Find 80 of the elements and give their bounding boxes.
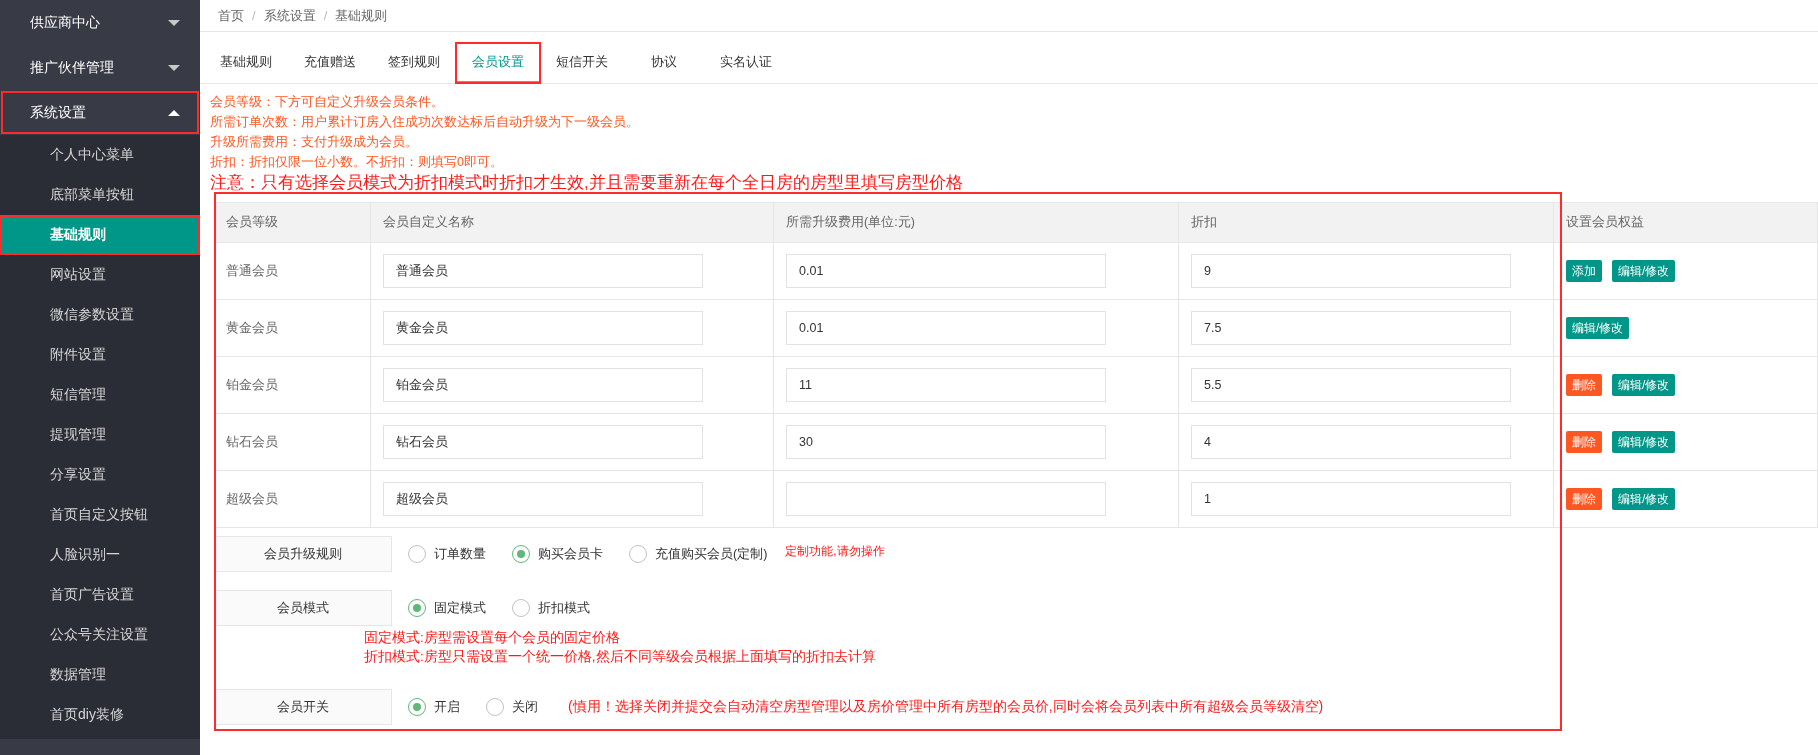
sidebar-group[interactable]: 推广伙伴管理 — [0, 45, 200, 90]
input-field[interactable] — [786, 482, 1106, 516]
input-field[interactable]: 30 — [786, 425, 1106, 459]
add-button[interactable]: 添加 — [1566, 260, 1602, 282]
radio-option[interactable]: 购买会员卡 — [512, 545, 603, 563]
table-cell: 钻石会员 — [214, 414, 371, 471]
sidebar-item[interactable]: 分享设置 — [0, 455, 200, 495]
edit-button[interactable]: 编辑/修改 — [1612, 488, 1676, 510]
radio-option[interactable]: 订单数量 — [408, 545, 486, 563]
breadcrumb-link[interactable]: 首页 — [218, 6, 244, 25]
sidebar-item[interactable]: 公众号关注设置 — [0, 615, 200, 655]
hint-text: 会员等级：下方可自定义升级会员条件。 — [210, 94, 445, 111]
warning-text: 折扣模式:房型只需设置一个统一价格,然后不同等级会员根据上面填写的折扣去计算 — [364, 648, 877, 666]
sidebar-item[interactable]: 数据管理 — [0, 655, 200, 695]
tab[interactable]: 协议 — [624, 43, 704, 83]
sidebar-group[interactable]: 系统设置 — [0, 90, 200, 135]
column-header: 设置会员权益 — [1554, 203, 1818, 243]
sidebar-item[interactable]: 人脸识别一 — [0, 535, 200, 575]
hint-text: 所需订单次数：用户累计订房入住成功次数达标后自动升级为下一级会员。 — [210, 114, 640, 131]
input-field[interactable]: 4 — [1191, 425, 1511, 459]
edit-button[interactable]: 编辑/修改 — [1566, 317, 1630, 339]
column-header: 会员自定义名称 — [371, 203, 774, 243]
table-cell: 普通会员 — [214, 243, 371, 300]
radio-option[interactable]: 关闭 — [486, 698, 538, 716]
sidebar-item[interactable]: 微信参数设置 — [0, 295, 200, 335]
input-field[interactable]: 普通会员 — [383, 254, 703, 288]
sidebar-item[interactable]: 短信管理 — [0, 375, 200, 415]
sidebar-item[interactable]: 首页自定义按钮 — [0, 495, 200, 535]
field-label: 会员升级规则 — [214, 536, 392, 572]
input-field[interactable]: 0.01 — [786, 311, 1106, 345]
breadcrumb-separator: / — [252, 8, 256, 23]
radio-option[interactable]: 充值购买会员(定制) — [629, 545, 768, 563]
input-field[interactable]: 黄金会员 — [383, 311, 703, 345]
sidebar-item[interactable]: 首页广告设置 — [0, 575, 200, 615]
warning-text: 固定模式:房型需设置每个会员的固定价格 — [364, 629, 621, 647]
sidebar-group[interactable]: 供应商中心 — [0, 0, 200, 45]
input-field[interactable]: 5.5 — [1191, 368, 1511, 402]
tab[interactable]: 会员设置 — [456, 43, 540, 83]
warning-text: 定制功能,请勿操作 — [785, 542, 885, 560]
table-cell: 超级会员 — [214, 471, 371, 528]
sidebar-item[interactable]: 附件设置 — [0, 335, 200, 375]
radio-option[interactable]: 开启 — [408, 698, 460, 716]
input-field[interactable]: 0.01 — [786, 254, 1106, 288]
radio-option[interactable]: 折扣模式 — [512, 599, 590, 617]
tab[interactable]: 实名认证 — [704, 43, 788, 83]
table-cell: 黄金会员 — [214, 300, 371, 357]
input-field[interactable]: 1 — [1191, 482, 1511, 516]
sidebar-item[interactable]: 个人中心菜单 — [0, 135, 200, 175]
sidebar-item[interactable]: 首页diy装修 — [0, 695, 200, 735]
breadcrumb-link[interactable]: 系统设置 — [263, 6, 316, 25]
radio-option[interactable]: 固定模式 — [408, 599, 486, 617]
column-header: 所需升级费用(单位:元) — [774, 203, 1179, 243]
column-header: 折扣 — [1179, 203, 1554, 243]
input-field[interactable]: 铂金会员 — [383, 368, 703, 402]
edit-button[interactable]: 编辑/修改 — [1612, 260, 1676, 282]
input-field[interactable]: 7.5 — [1191, 311, 1511, 345]
breadcrumb-separator: / — [323, 8, 328, 23]
sidebar-item[interactable]: 基础规则 — [0, 215, 200, 255]
sidebar-item[interactable]: 提现管理 — [0, 415, 200, 455]
field-label: 会员开关 — [214, 689, 392, 725]
edit-button[interactable]: 编辑/修改 — [1612, 431, 1676, 453]
tab[interactable]: 签到规则 — [372, 43, 456, 83]
hint-text: 升级所需费用：支付升级成为会员。 — [210, 134, 419, 151]
hint-text: 折扣：折扣仅限一位小数。不折扣：则填写0即可。 — [210, 154, 504, 171]
breadcrumb-link[interactable]: 基础规则 — [335, 6, 388, 25]
table-cell: 铂金会员 — [214, 357, 371, 414]
input-field[interactable]: 钻石会员 — [383, 425, 703, 459]
tab[interactable]: 充值赠送 — [288, 43, 372, 83]
input-field[interactable]: 11 — [786, 368, 1106, 402]
field-label: 会员模式 — [214, 590, 392, 626]
tab[interactable]: 基础规则 — [204, 43, 288, 83]
sidebar-item[interactable]: 网站设置 — [0, 255, 200, 295]
tab[interactable]: 短信开关 — [540, 43, 624, 83]
input-field[interactable]: 超级会员 — [383, 482, 703, 516]
input-field[interactable]: 9 — [1191, 254, 1511, 288]
warning-text: (慎用！选择关闭并提交会自动清空房型管理以及房价管理中所有房型的会员价,同时会将会员列表中所有超级会员等级清空) — [568, 698, 1324, 716]
warning-text: 注意：只有选择会员模式为折扣模式时折扣才生效,并且需要重新在每个全日房的房型里填写房型价格 — [209, 172, 964, 194]
sidebar-item[interactable]: 底部菜单按钮 — [0, 175, 200, 215]
edit-button[interactable]: 编辑/修改 — [1612, 374, 1676, 396]
column-header: 会员等级 — [214, 203, 371, 243]
